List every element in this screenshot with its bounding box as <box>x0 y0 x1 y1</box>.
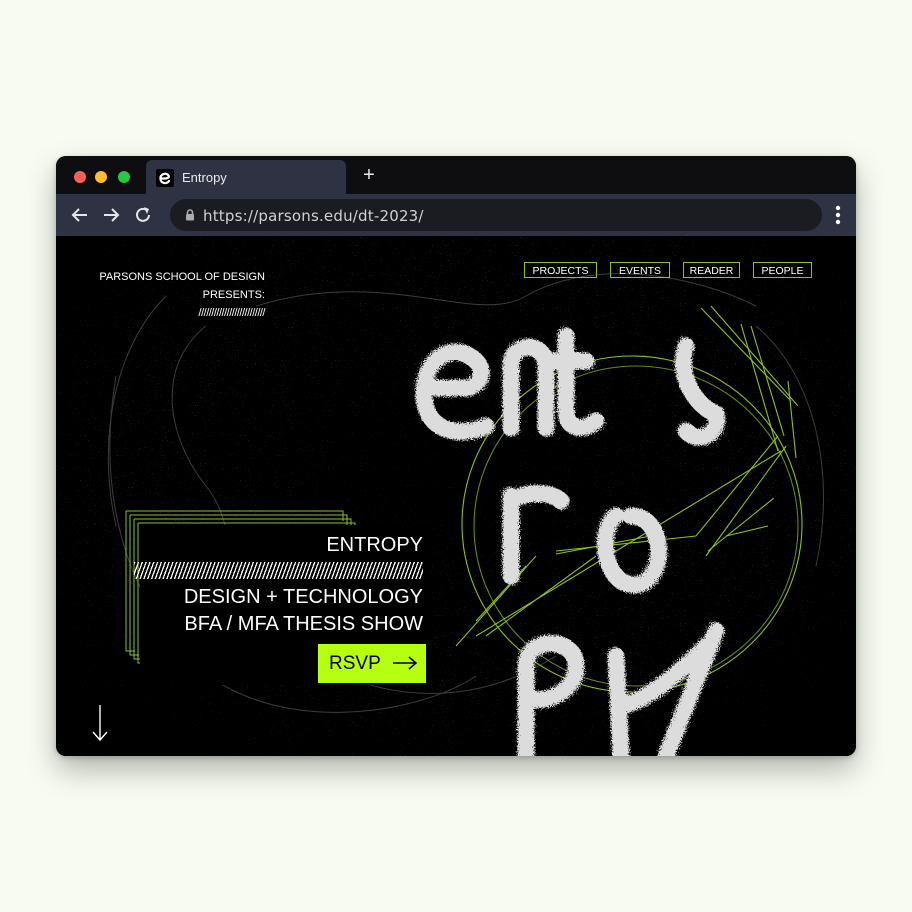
hero-subtitle-2: BFA / MFA THESIS SHOW <box>184 613 423 635</box>
down-arrow-icon[interactable] <box>90 703 110 743</box>
web-page: PARSONS SCHOOL OF DESIGN PRESENTS: /////… <box>56 236 856 756</box>
rsvp-label: RSVP <box>329 653 381 674</box>
nav-people[interactable]: PEOPLE <box>753 262 812 278</box>
site-favicon <box>156 169 174 187</box>
new-tab-button[interactable]: + <box>357 163 381 187</box>
maximize-window-button[interactable] <box>118 171 130 183</box>
active-tab[interactable]: Entropy <box>146 160 346 194</box>
right-arrow-icon <box>392 655 418 671</box>
presents-line-1: PARSONS SCHOOL OF DESIGN <box>99 271 265 283</box>
nav-reader[interactable]: READER <box>683 262 740 278</box>
url-text: https://parsons.edu/dt-2023/ <box>203 207 424 225</box>
tab-strip: Entropy + <box>56 156 856 194</box>
browser-window: Entropy + https://parsons.edu/dt-2023/ P… <box>56 156 856 756</box>
lock-icon <box>184 208 196 222</box>
presents-block: PARSONS SCHOOL OF DESIGN PRESENTS: /////… <box>96 268 265 322</box>
browser-toolbar: https://parsons.edu/dt-2023/ <box>56 194 856 236</box>
back-arrow-icon[interactable] <box>68 203 92 227</box>
hero-title: ENTROPY <box>326 534 423 556</box>
minimize-window-button[interactable] <box>95 171 107 183</box>
reload-icon[interactable] <box>131 203 155 227</box>
nav-projects[interactable]: PROJECTS <box>524 262 597 278</box>
address-bar[interactable]: https://parsons.edu/dt-2023/ <box>170 199 822 231</box>
presents-line-2: PRESENTS: <box>202 289 265 301</box>
presents-slashes: ////////////////////////// <box>198 307 266 319</box>
hero-subtitle-1: DESIGN + TECHNOLOGY <box>183 586 423 608</box>
close-window-button[interactable] <box>74 171 86 183</box>
kebab-menu-icon[interactable] <box>830 203 846 227</box>
forward-arrow-icon[interactable] <box>99 203 123 227</box>
tab-title: Entropy <box>182 170 227 185</box>
nav-events[interactable]: EVENTS <box>610 262 670 278</box>
rsvp-button[interactable]: RSVP <box>318 644 426 683</box>
hatch-divider <box>134 562 423 579</box>
